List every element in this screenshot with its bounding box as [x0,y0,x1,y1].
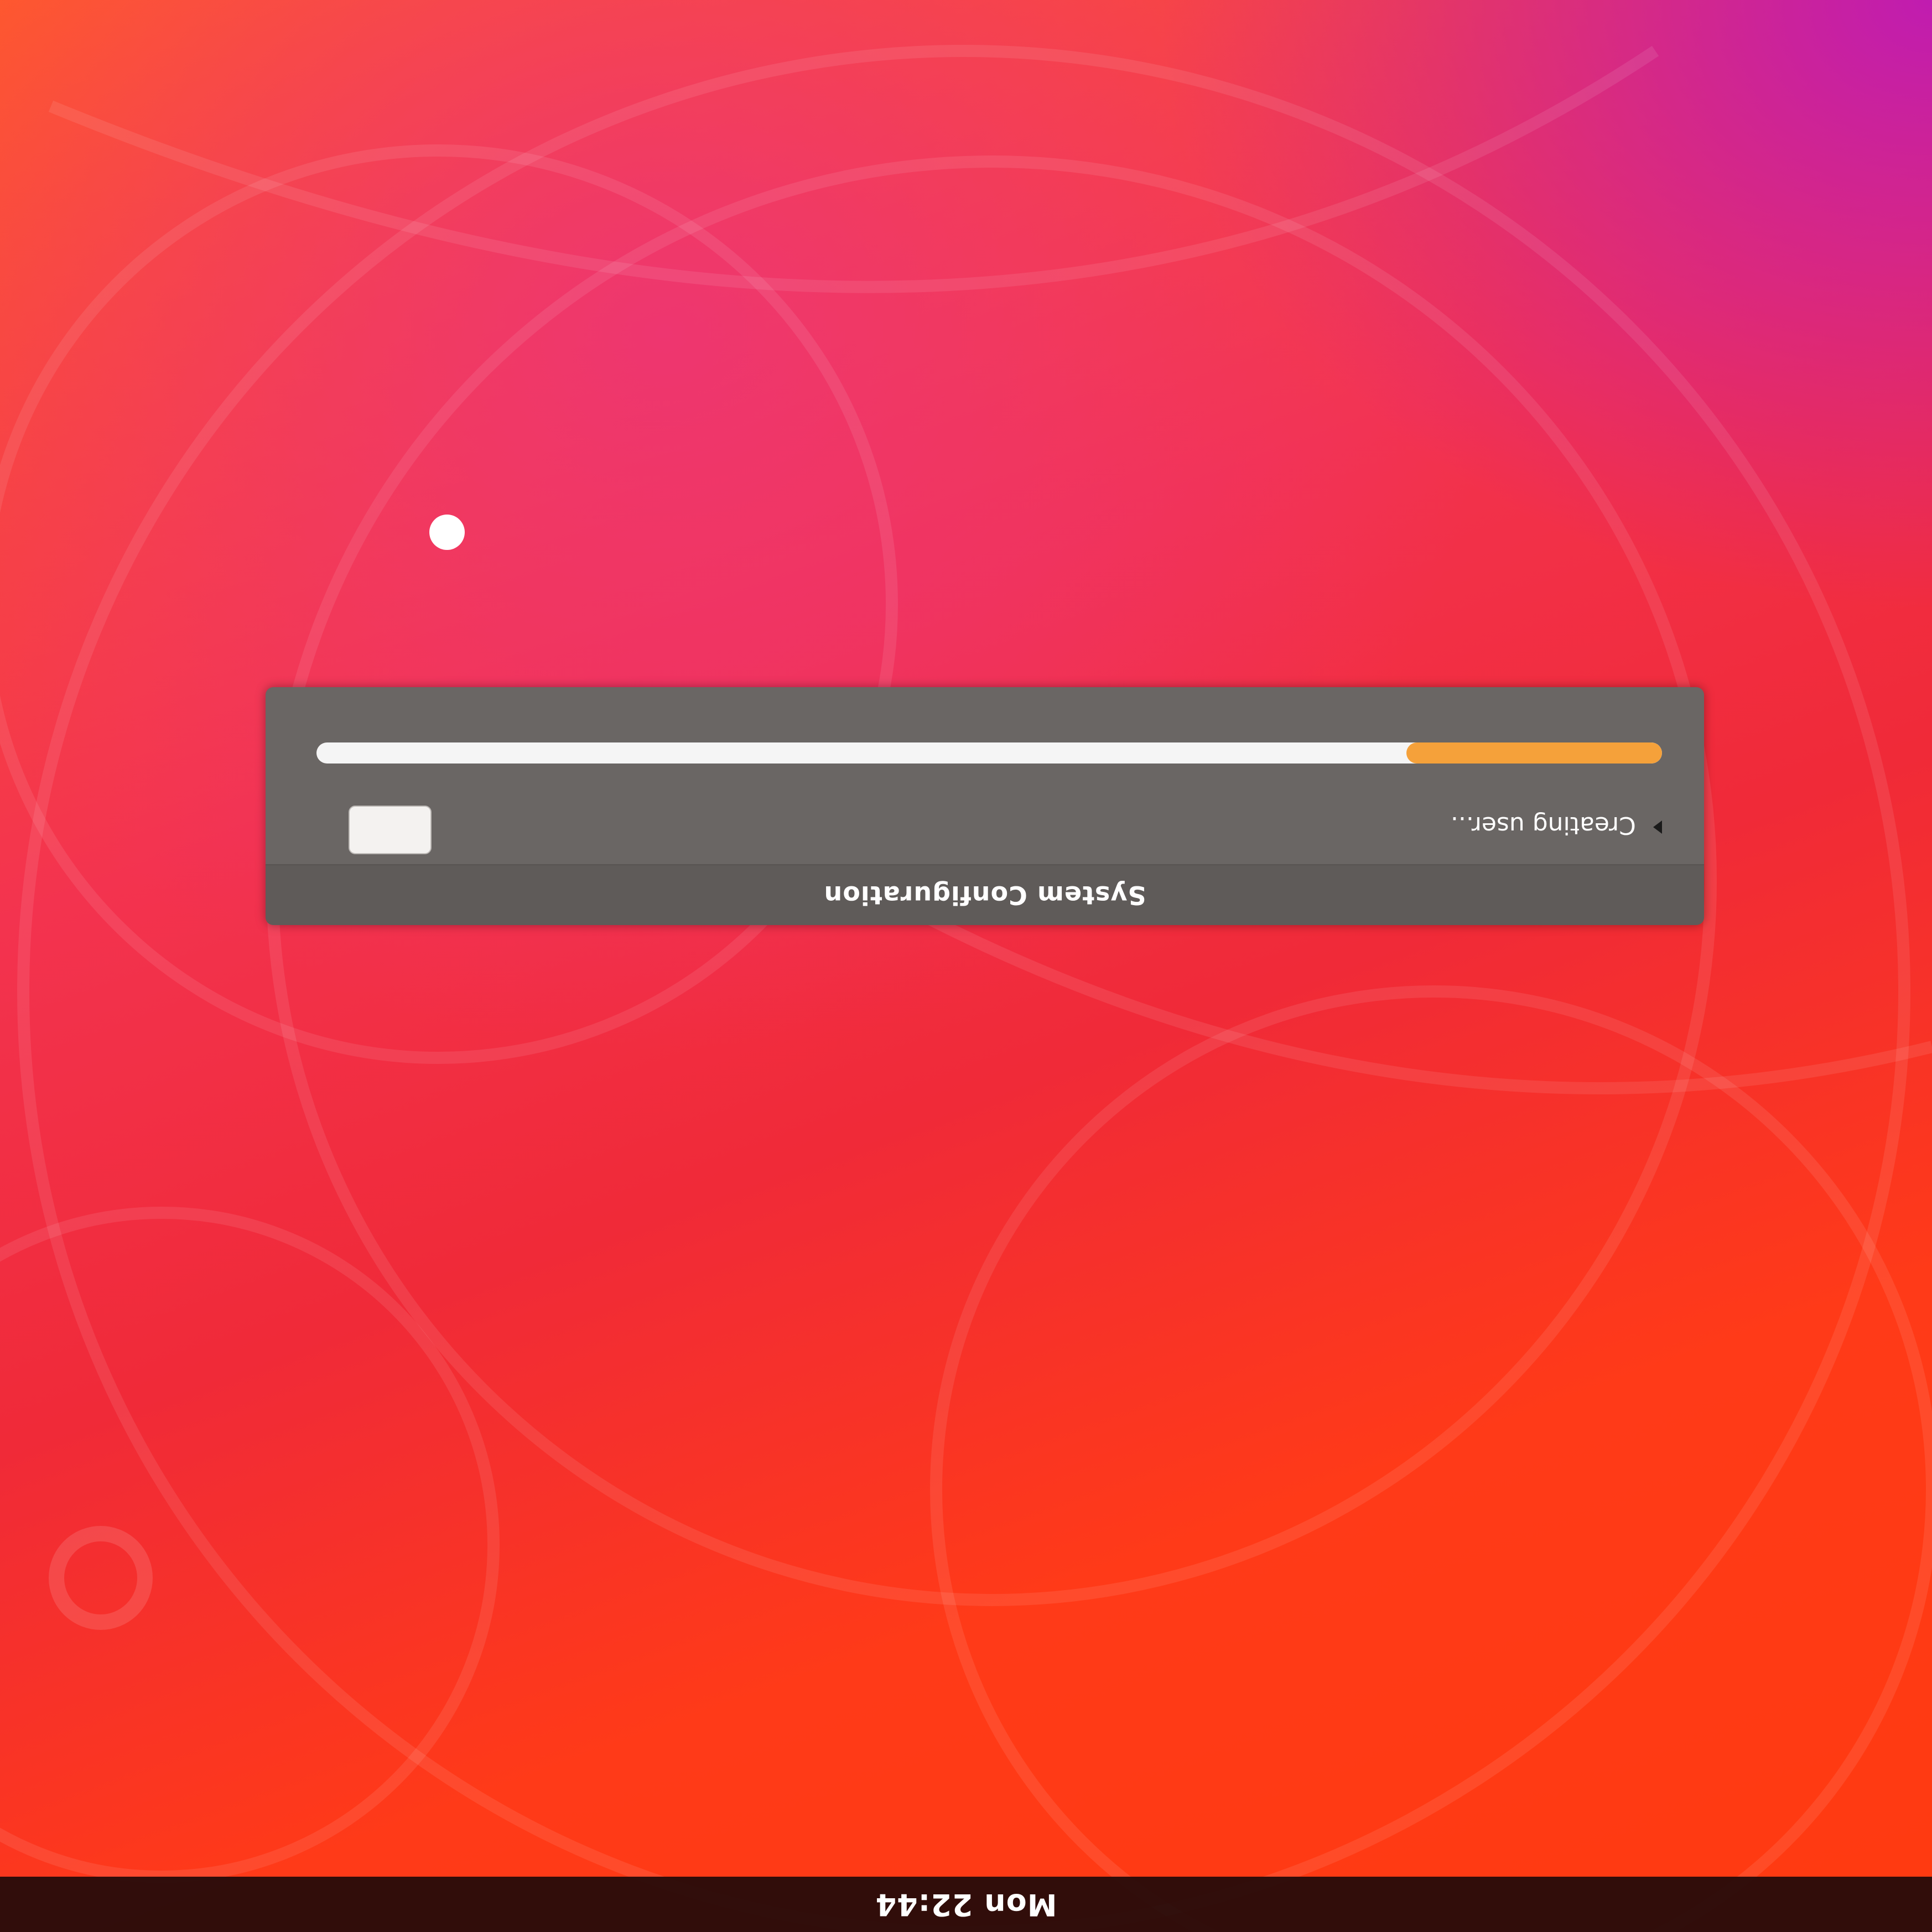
mouse-cursor [429,515,465,550]
desktop: Mon 22:44 System Configuration Creating … [0,0,1932,1932]
wallpaper [0,45,1932,1932]
status-expander[interactable]: Creating user... [1451,803,1662,848]
system-configuration-dialog: System Configuration Creating user... [266,687,1704,925]
progress-bar-fill [1406,742,1662,764]
triangle-right-icon [1653,820,1662,834]
cancel-button[interactable] [349,806,432,854]
clock[interactable]: Mon 22:44 [0,1877,1932,1932]
progress-bar [316,742,1662,764]
dialog-title: System Configuration [823,880,1146,910]
status-text: Creating user... [1450,811,1636,840]
